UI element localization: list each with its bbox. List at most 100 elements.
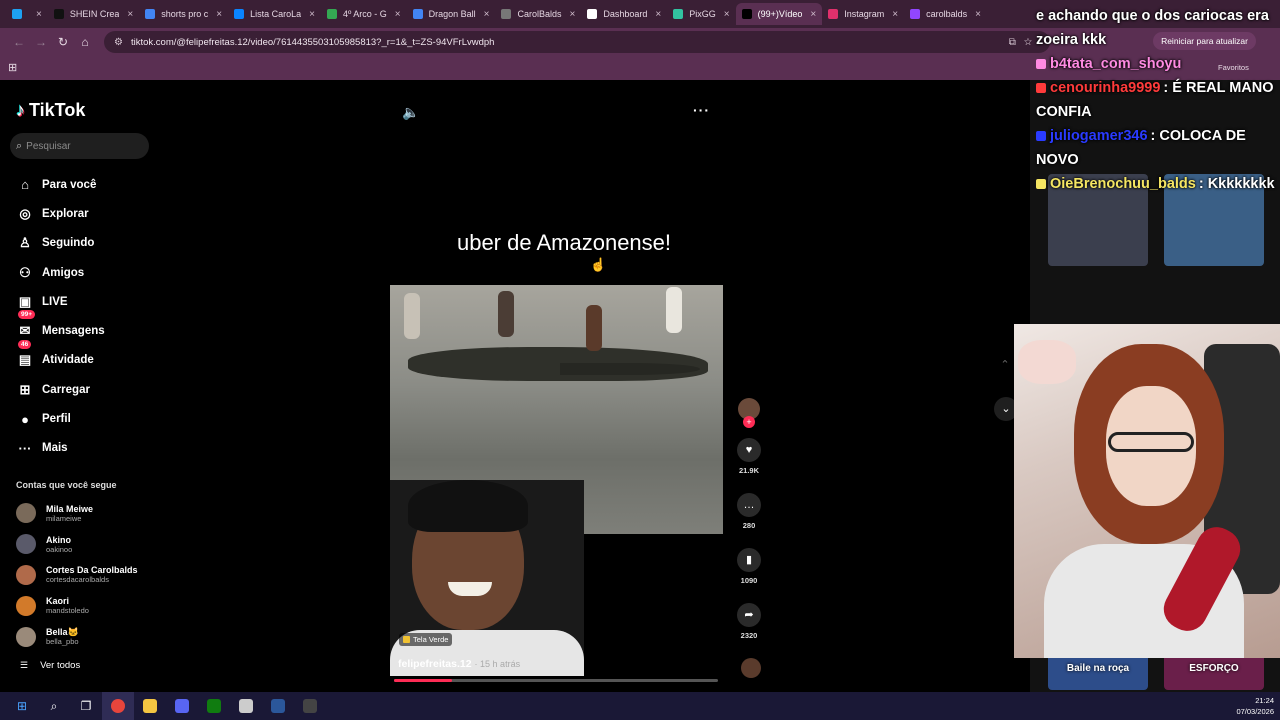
- tab-label: 4º Arco - G: [342, 9, 387, 19]
- windows-taskbar: ⊞ ⌕ ❐ 21:24 07/03/2026: [0, 692, 1280, 720]
- browser-tab[interactable]: SHEIN Crea ×: [48, 3, 139, 25]
- close-icon[interactable]: ×: [484, 9, 490, 20]
- chat-message: e achando que o dos cariocas era zoeira …: [1036, 4, 1280, 52]
- close-icon[interactable]: ×: [570, 9, 576, 20]
- discord-icon[interactable]: [166, 692, 198, 720]
- taskview-icon[interactable]: ❐: [70, 692, 102, 720]
- system-clock[interactable]: 21:24 07/03/2026: [1236, 695, 1274, 717]
- close-icon[interactable]: ×: [655, 9, 661, 20]
- sidebar-item-para-voc-[interactable]: ⌂ Para você: [16, 170, 105, 199]
- creator-avatar[interactable]: +: [738, 398, 760, 428]
- clock-time: 21:24: [1255, 696, 1274, 705]
- sidebar-item-amigos[interactable]: ⚇ Amigos: [16, 258, 105, 287]
- logo-text: TikTok: [29, 100, 86, 120]
- chrome-icon-shape: [111, 699, 125, 713]
- close-icon[interactable]: ×: [810, 9, 816, 20]
- shield-icon[interactable]: [230, 692, 262, 720]
- presenter-hair: [408, 480, 528, 532]
- tab-favicon-icon: [673, 9, 684, 19]
- sidebar-item-label: Atividade: [42, 354, 94, 367]
- follow-plus-icon[interactable]: +: [743, 416, 755, 428]
- sidebar-item-explorar[interactable]: ◎ Explorar: [16, 199, 105, 228]
- following-account[interactable]: Mila Meiwe milameiwe: [16, 498, 138, 529]
- xbox-icon[interactable]: [198, 692, 230, 720]
- tab-label: shorts pro c: [161, 9, 209, 19]
- sidebar-item-mais[interactable]: ··· Mais: [16, 434, 105, 463]
- save-button[interactable]: ▮ 1090: [736, 548, 762, 585]
- user-badge-icon: [1036, 179, 1046, 190]
- search-input[interactable]: ⌕ Pesquisar: [10, 133, 149, 159]
- video-author[interactable]: felipefreitas.12 · 15 h atrás: [398, 658, 520, 670]
- sidebar-item-atividade[interactable]: ▤ 46 Atividade: [16, 339, 105, 375]
- following-account[interactable]: Kaori mandstoledo: [16, 590, 138, 621]
- apps-grid-icon[interactable]: ⊞: [8, 61, 17, 74]
- browser-tab[interactable]: 4º Arco - G ×: [321, 3, 407, 25]
- chat-username: b4tata_com_shoyu: [1050, 56, 1182, 72]
- browser-tab[interactable]: ×: [6, 3, 48, 25]
- following-account[interactable]: Bella🐱 bella_pbo: [16, 621, 138, 652]
- thumbnail-label: Baile na roça: [1066, 663, 1130, 674]
- sidebar-item-seguindo[interactable]: ♙ Seguindo: [16, 229, 105, 258]
- tab-label: PixGG: [689, 9, 716, 19]
- close-icon[interactable]: ×: [724, 9, 730, 20]
- activity-icon: ▤: [18, 352, 32, 368]
- volume-icon[interactable]: 🔈: [402, 104, 419, 121]
- windows-icon[interactable]: ⊞: [6, 692, 38, 720]
- browser-tab[interactable]: Dashboard ×: [581, 3, 667, 25]
- url-bar[interactable]: ⚙ tiktok.com/@felipefreitas.12/video/761…: [104, 31, 1050, 53]
- following-account[interactable]: Cortes Da Carolbalds cortesdacarolbalds: [16, 560, 138, 591]
- close-icon[interactable]: ×: [216, 9, 222, 20]
- stream-chat-overlay: e achando que o dos cariocas era zoeira …: [1036, 4, 1280, 196]
- see-all-label: Ver todos: [40, 660, 81, 671]
- tiktok-logo[interactable]: ♪ TikTok: [16, 100, 85, 121]
- account-text: Mila Meiwe milameiwe: [46, 504, 93, 523]
- chevron-up-icon[interactable]: ⌃: [994, 354, 1016, 376]
- browser-tab[interactable]: CarolBalds ×: [495, 3, 581, 25]
- browser-tab[interactable]: carolbalds ×: [904, 3, 987, 25]
- close-icon[interactable]: ×: [892, 9, 898, 20]
- browser-tab[interactable]: PixGG ×: [667, 3, 735, 25]
- close-icon[interactable]: ×: [127, 9, 133, 20]
- close-icon[interactable]: ×: [309, 9, 315, 20]
- back-icon[interactable]: ←: [8, 35, 30, 49]
- site-info-icon[interactable]: ⚙: [114, 37, 123, 48]
- more-options-icon[interactable]: ···: [693, 102, 710, 118]
- account-name: Kaori: [46, 596, 70, 607]
- chrome-icon[interactable]: [102, 692, 134, 720]
- account-text: Akino oakinoo: [46, 535, 72, 554]
- tab-label: (99+)Vídeo: [757, 9, 803, 19]
- close-icon[interactable]: ×: [36, 9, 42, 20]
- browser-tab[interactable]: (99+)Vídeo ×: [735, 3, 823, 25]
- glasses-shape: [1108, 432, 1194, 452]
- mouse-cursor-icon: ☝: [590, 257, 607, 272]
- reload-icon[interactable]: ↻: [52, 35, 74, 49]
- next-video-avatar[interactable]: [741, 658, 761, 678]
- like-button[interactable]: ♥ 21.9K: [736, 438, 762, 475]
- share-button[interactable]: ➦ 2320: [736, 603, 762, 640]
- obs-icon[interactable]: [294, 692, 326, 720]
- see-all-button[interactable]: ☰ Ver todos: [20, 660, 80, 671]
- browser-tab[interactable]: Lista CaroLa ×: [228, 3, 321, 25]
- search-icon[interactable]: ⌕: [38, 692, 70, 720]
- sidebar-item-perfil[interactable]: ● Perfil: [16, 404, 105, 433]
- following-account[interactable]: Akino oakinoo: [16, 529, 138, 560]
- comment-button[interactable]: … 280: [736, 493, 762, 530]
- upload-icon: ⊞: [19, 381, 31, 397]
- chat-username: cenourinha9999: [1050, 80, 1161, 96]
- browser-tab[interactable]: shorts pro c ×: [139, 3, 228, 25]
- following-heading: Contas que você segue: [16, 480, 117, 490]
- person-shape: [498, 291, 514, 337]
- video-progress-bar[interactable]: [394, 679, 718, 682]
- sidebar-item-carregar[interactable]: ⊞ Carregar: [16, 375, 105, 404]
- folder-icon[interactable]: [134, 692, 166, 720]
- close-icon[interactable]: ×: [395, 9, 401, 20]
- tab-label: SHEIN Crea: [69, 9, 120, 19]
- home-button-icon[interactable]: ⌂: [74, 35, 96, 49]
- close-icon[interactable]: ×: [975, 9, 981, 20]
- browser-tab[interactable]: Dragon Ball ×: [407, 3, 496, 25]
- word-icon[interactable]: [262, 692, 294, 720]
- effect-sticker[interactable]: Tela Verde: [399, 633, 453, 646]
- avatar: [16, 564, 36, 585]
- browser-tab[interactable]: Instagram ×: [822, 3, 904, 25]
- forward-icon[interactable]: →: [30, 35, 52, 49]
